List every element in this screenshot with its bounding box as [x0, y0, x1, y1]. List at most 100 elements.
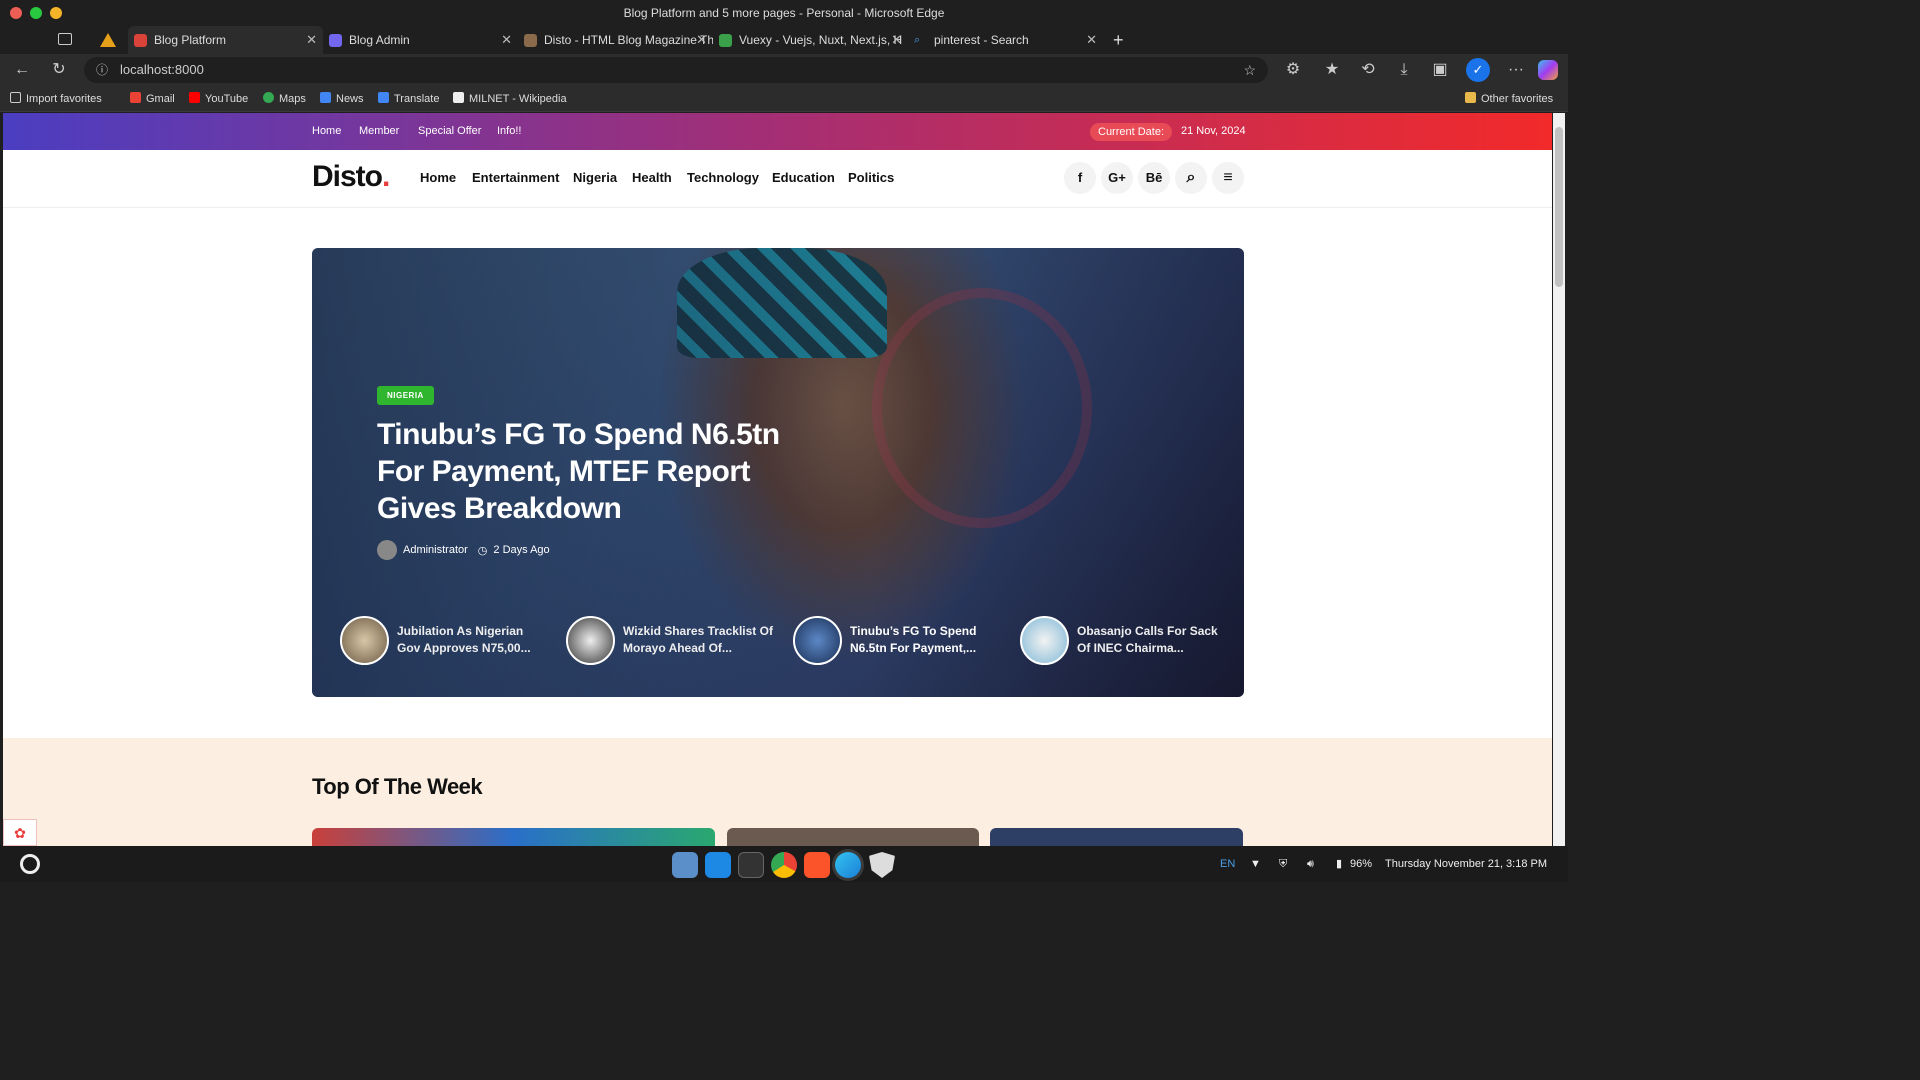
maximize-window-button[interactable] [30, 7, 42, 19]
bookmark-youtube[interactable]: YouTube [189, 86, 248, 112]
hero-thumb-item[interactable]: Obasanjo Calls For Sack Of INEC Chairma.… [1020, 613, 1230, 668]
tab-pinterest-search[interactable]: ⌕ pinterest - Search ✕ [908, 26, 1103, 54]
site-header: Disto. Home Entertainment Nigeria Health… [3, 150, 1552, 208]
battery-icon[interactable]: ▮ [1336, 846, 1342, 882]
behance-icon[interactable]: Bē [1138, 162, 1170, 194]
scrollbar-thumb[interactable] [1555, 127, 1563, 287]
menu-nigeria[interactable]: Nigeria [573, 170, 617, 185]
pinned-tab-icon[interactable] [100, 33, 116, 47]
facebook-icon[interactable]: f [1064, 162, 1096, 194]
clock[interactable]: Thursday November 21, 3:18 PM [1385, 846, 1547, 882]
topnav-member[interactable]: Member [359, 113, 399, 150]
brave-icon[interactable] [804, 852, 830, 878]
thumb-image [793, 616, 842, 665]
tab-blog-platform[interactable]: Blog Platform ✕ [128, 26, 323, 54]
gmail-icon [130, 92, 141, 103]
close-tab-icon[interactable]: ✕ [306, 26, 317, 54]
close-tab-icon[interactable]: ✕ [501, 26, 512, 54]
search-icon[interactable]: ⌕ [1175, 162, 1207, 194]
bookmark-translate[interactable]: Translate [378, 86, 439, 112]
system-menu-icon[interactable] [20, 854, 40, 874]
new-tab-button[interactable]: + [1113, 26, 1124, 54]
author-avatar [377, 540, 397, 560]
topnav-info[interactable]: Info!! [497, 113, 521, 150]
hero-meta: Administrator ◷ 2 Days Ago [377, 540, 550, 560]
chrome-icon[interactable] [771, 852, 797, 878]
bookmark-gmail[interactable]: Gmail [130, 86, 175, 112]
tab-disto[interactable]: Disto - HTML Blog Magazine Th ✕ [518, 26, 713, 54]
bookmark-import-favorites[interactable]: Import favorites [10, 86, 102, 112]
favorites-icon[interactable]: ★ [1320, 58, 1344, 82]
article-card[interactable] [990, 828, 1243, 846]
menu-technology[interactable]: Technology [687, 170, 759, 185]
hero-thumb-item[interactable]: Tinubu’s FG To Spend N6.5tn For Payment,… [793, 613, 1003, 668]
news-icon [320, 92, 331, 103]
menu-home[interactable]: Home [420, 170, 456, 185]
hero-thumb-item[interactable]: Jubilation As Nigerian Gov Approves N75,… [340, 613, 550, 668]
topnav-special-offer[interactable]: Special Offer [418, 113, 481, 150]
window-controls[interactable] [10, 7, 62, 19]
volume-icon[interactable]: 🔊︎ [1307, 846, 1314, 882]
hero-slider[interactable]: NIGERIA Tinubu’s FG To Spend N6.5tn For … [312, 248, 1244, 697]
bookmark-milnet[interactable]: MILNET - Wikipedia [453, 86, 567, 112]
author-name[interactable]: Administrator [403, 544, 468, 556]
import-icon [10, 92, 21, 103]
menu-education[interactable]: Education [772, 170, 835, 185]
url-input[interactable]: ⓘ localhost:8000 ☆ [84, 57, 1268, 83]
history-icon[interactable]: ⟲ [1356, 58, 1380, 82]
site-logo[interactable]: Disto. [312, 160, 390, 194]
info-icon[interactable]: ⓘ [96, 57, 108, 83]
menu-politics[interactable]: Politics [848, 170, 894, 185]
themeforest-icon [524, 34, 537, 47]
hamburger-menu-icon[interactable]: ≡ [1212, 162, 1244, 194]
tab-vuexy[interactable]: Vuexy - Vuejs, Nuxt, Next.js, H ✕ [713, 26, 908, 54]
vscode-icon[interactable] [705, 852, 731, 878]
favorite-star-icon[interactable]: ☆ [1243, 57, 1256, 83]
wikipedia-icon [453, 92, 464, 103]
close-tab-icon[interactable]: ✕ [891, 26, 902, 54]
screenshot-icon[interactable]: ▣ [1428, 58, 1452, 82]
google-plus-icon[interactable]: G+ [1101, 162, 1133, 194]
copilot-icon[interactable] [1538, 60, 1558, 80]
vpn-icon[interactable]: ⛨ [1279, 846, 1287, 882]
menu-health[interactable]: Health [632, 170, 672, 185]
battery-level: 96% [1350, 858, 1373, 870]
current-date: 21 Nov, 2024 [1181, 125, 1246, 137]
category-badge[interactable]: NIGERIA [377, 386, 434, 405]
files-icon[interactable] [672, 852, 698, 878]
edge-icon[interactable] [835, 852, 861, 878]
tab-blog-admin[interactable]: Blog Admin ✕ [323, 26, 518, 54]
article-card[interactable] [312, 828, 715, 846]
bookmark-news[interactable]: News [320, 86, 364, 112]
extensions-icon[interactable]: ⚙ [1281, 58, 1305, 82]
refresh-icon[interactable]: ↻ [47, 58, 71, 82]
top-of-week-section: Top Of The Week [3, 738, 1552, 846]
hero-thumb-item[interactable]: Wizkid Shares Tracklist Of Morayo Ahead … [566, 613, 776, 668]
bookmark-maps[interactable]: Maps [263, 86, 306, 112]
downloads-icon[interactable]: ⤓ [1392, 58, 1416, 82]
search-icon: ⌕ [914, 34, 921, 46]
os-taskbar: EN ▼ ⛨ 🔊︎ ▮ 96% Thursday November 21, 3:… [0, 846, 1568, 882]
topnav-home[interactable]: Home [312, 113, 341, 150]
debugbar-icon[interactable]: ✿ [3, 819, 37, 846]
laravel-icon [134, 34, 147, 47]
profile-check-icon[interactable]: ✓ [1466, 58, 1490, 82]
close-tab-icon[interactable]: ✕ [1086, 26, 1097, 54]
maps-icon [263, 92, 274, 103]
wifi-icon[interactable]: ▼ [1250, 846, 1261, 882]
shield-app-icon[interactable] [869, 852, 895, 878]
back-icon[interactable]: ← [10, 58, 34, 82]
close-tab-icon[interactable]: ✕ [696, 26, 707, 54]
page-scrollbar[interactable] [1553, 113, 1565, 846]
article-card[interactable] [727, 828, 979, 846]
close-window-button[interactable] [10, 7, 22, 19]
menu-entertainment[interactable]: Entertainment [472, 170, 559, 185]
tab-actions-icon[interactable] [58, 33, 72, 45]
terminal-icon[interactable] [738, 852, 764, 878]
more-menu-icon[interactable]: ··· [1504, 58, 1528, 82]
thumb-image [1020, 616, 1069, 665]
minimize-window-button[interactable] [50, 7, 62, 19]
hero-title[interactable]: Tinubu’s FG To Spend N6.5tn For Payment,… [377, 416, 807, 527]
other-favorites[interactable]: Other favorites [1465, 86, 1553, 112]
language-indicator[interactable]: EN [1220, 846, 1235, 882]
